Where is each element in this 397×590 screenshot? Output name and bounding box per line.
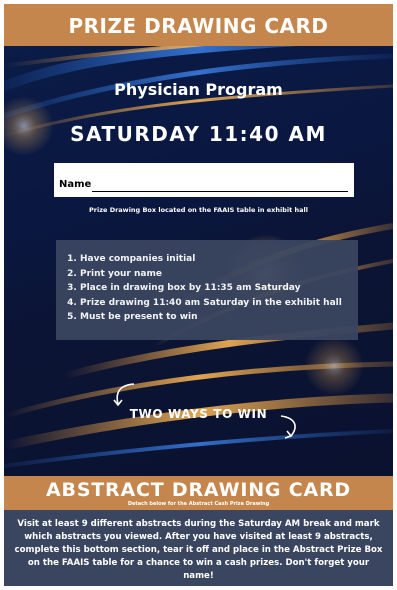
instructions-panel: Have companies initial Print your name P… (56, 240, 358, 340)
program-name: Physician Program (114, 80, 283, 99)
list-item: Have companies initial (80, 252, 358, 267)
two-ways-to-win: TWO WAYS TO WIN (129, 407, 268, 421)
detach-note: Detach below for the Abstract Cash Prize… (127, 501, 270, 507)
list-item: Prize drawing 11:40 am Saturday in the e… (80, 296, 358, 311)
list-item: Must be present to win (80, 310, 358, 325)
prize-drawing-card: PRIZE DRAWING CARD Physician Program SAT… (4, 4, 393, 586)
curved-arrow-icon (113, 383, 135, 407)
list-item: Print your name (80, 267, 358, 282)
drawing-time: SATURDAY 11:40 AM (70, 122, 327, 146)
instructions-list: Have companies initial Print your name P… (56, 240, 358, 325)
header-band: PRIZE DRAWING CARD (4, 4, 393, 47)
drawing-box-note: Prize Drawing Box located on the FAAIS t… (89, 206, 308, 214)
name-label: Name (59, 179, 92, 190)
abstract-instructions-panel: Visit at least 9 different abstracts dur… (4, 510, 393, 586)
name-field[interactable]: Name (54, 163, 354, 197)
abstract-title: ABSTRACT DRAWING CARD (46, 479, 351, 501)
list-item: Place in drawing box by 11:35 am Saturda… (80, 281, 358, 296)
curved-arrow-icon (280, 415, 296, 439)
name-underline (92, 191, 348, 192)
abstract-band: ABSTRACT DRAWING CARD Detach below for t… (4, 476, 393, 510)
abstract-instructions: Visit at least 9 different abstracts dur… (14, 519, 383, 581)
card-title: PRIZE DRAWING CARD (68, 14, 329, 38)
